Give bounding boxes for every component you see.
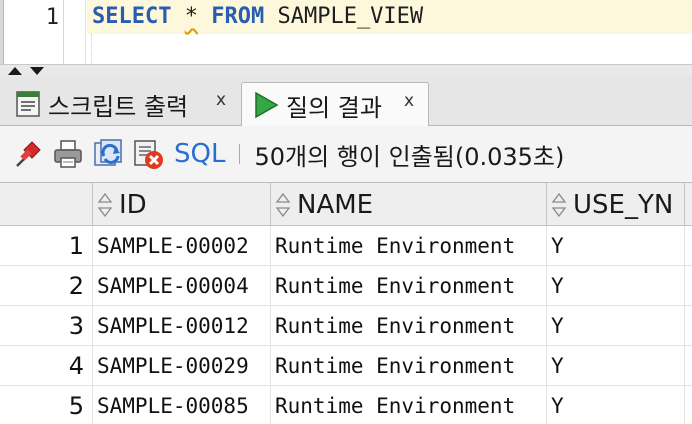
panel-splitter[interactable] xyxy=(0,64,692,76)
sql-code-line[interactable]: SELECT * FROM SAMPLE_VIEW xyxy=(92,4,423,29)
freeze-pin-button[interactable] xyxy=(8,134,48,174)
script-output-icon xyxy=(16,91,40,117)
table-name: SAMPLE_VIEW xyxy=(277,4,424,29)
cell-use-yn[interactable]: Y xyxy=(547,306,685,346)
sql-link[interactable]: SQL xyxy=(174,139,225,169)
row-number-header xyxy=(0,183,93,226)
table-row[interactable]: 1 SAMPLE-00002 Runtime Environment Y xyxy=(0,226,692,266)
cell-name[interactable]: Runtime Environment xyxy=(271,306,547,346)
fold-guide xyxy=(63,0,64,64)
result-tab-bar: 스크립트 출력 x 질의 결과 x xyxy=(0,76,692,127)
cell-use-yn[interactable]: Y xyxy=(547,346,685,386)
row-number: 3 xyxy=(0,306,93,346)
table-row[interactable]: 4 SAMPLE-00029 Runtime Environment Y xyxy=(0,346,692,386)
tab-label: 질의 결과 xyxy=(286,93,382,122)
toolbar-separator xyxy=(239,144,241,164)
cell-id[interactable]: SAMPLE-00002 xyxy=(93,226,271,266)
cell-use-yn[interactable]: Y xyxy=(547,386,685,424)
cell-id[interactable]: SAMPLE-00004 xyxy=(93,266,271,306)
refresh-button[interactable] xyxy=(88,134,128,174)
cell-use-yn[interactable]: Y xyxy=(547,266,685,306)
run-query-icon xyxy=(255,91,279,119)
line-number: 1 xyxy=(45,5,59,30)
print-icon xyxy=(54,140,82,168)
expand-up-icon[interactable] xyxy=(8,67,22,75)
grid-header: ID NAME USE_YN xyxy=(0,183,692,226)
cell-name[interactable]: Runtime Environment xyxy=(271,266,547,306)
result-toolbar: SQL 50개의 행이 인출됨(0.035초) xyxy=(0,126,692,182)
cell-id[interactable]: SAMPLE-00029 xyxy=(93,346,271,386)
row-number: 5 xyxy=(0,386,93,424)
cell-id[interactable]: SAMPLE-00085 xyxy=(93,386,271,424)
keyword-from: FROM xyxy=(211,4,265,29)
refresh-icon xyxy=(94,139,122,166)
close-icon[interactable]: x xyxy=(216,90,226,110)
table-row[interactable]: 5 SAMPLE-00085 Runtime Environment Y xyxy=(0,386,692,424)
cell-name[interactable]: Runtime Environment xyxy=(271,346,547,386)
indent-guide xyxy=(91,34,92,64)
sql-editor[interactable]: 1 SELECT * FROM SAMPLE_VIEW xyxy=(0,0,692,64)
sort-icon xyxy=(97,192,113,217)
column-header-id[interactable]: ID xyxy=(93,183,271,226)
keyword-select: SELECT xyxy=(92,4,172,29)
row-number: 2 xyxy=(0,266,93,306)
column-header-name[interactable]: NAME xyxy=(271,183,547,226)
column-header-use-yn[interactable]: USE_YN xyxy=(547,183,685,226)
cell-name[interactable]: Runtime Environment xyxy=(271,386,547,424)
sort-icon xyxy=(275,192,291,217)
fetch-status: 50개의 행이 인출됨(0.035초) xyxy=(254,142,565,171)
table-row[interactable]: 3 SAMPLE-00012 Runtime Environment Y xyxy=(0,306,692,346)
pin-icon xyxy=(16,141,41,167)
tab-label: 스크립트 출력 xyxy=(48,92,189,121)
tab-script-output[interactable]: 스크립트 출력 x xyxy=(4,82,240,126)
row-number: 1 xyxy=(0,226,93,266)
row-number: 4 xyxy=(0,346,93,386)
print-button[interactable] xyxy=(48,134,88,174)
close-icon[interactable]: x xyxy=(404,91,414,111)
cell-id[interactable]: SAMPLE-00012 xyxy=(93,306,271,346)
result-grid[interactable]: ID NAME USE_YN 1 SAMPLE-00002 Runtime En… xyxy=(0,182,692,424)
table-row[interactable]: 2 SAMPLE-00004 Runtime Environment Y xyxy=(0,266,692,306)
line-number-gutter: 1 xyxy=(4,0,86,64)
collapse-down-icon[interactable] xyxy=(30,67,44,75)
cell-name[interactable]: Runtime Environment xyxy=(271,226,547,266)
select-star: * xyxy=(184,4,198,29)
cancel-fetch-icon xyxy=(134,140,163,169)
cancel-fetch-button[interactable] xyxy=(128,134,168,174)
tab-query-result[interactable]: 질의 결과 x xyxy=(241,82,429,127)
cell-use-yn[interactable]: Y xyxy=(547,226,685,266)
sort-icon xyxy=(551,192,567,217)
